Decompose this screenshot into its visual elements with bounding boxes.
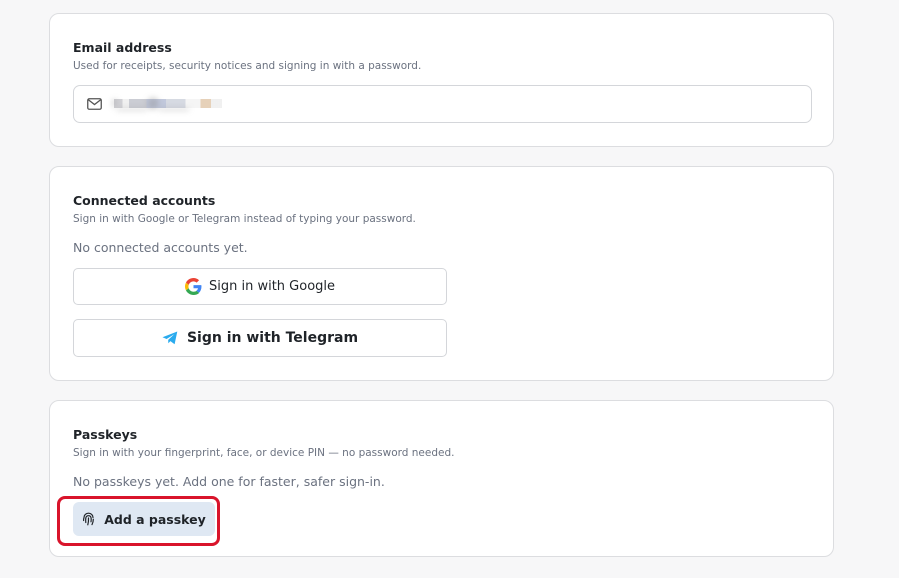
- email-section-description: Used for receipts, security notices and …: [73, 60, 422, 72]
- email-field[interactable]: r_____@_____: [73, 85, 812, 123]
- google-icon: [184, 278, 202, 295]
- sign-in-telegram-label: Sign in with Telegram: [186, 330, 359, 346]
- connected-section-title: Connected accounts: [73, 193, 216, 208]
- add-passkey-label: Add a passkey: [104, 511, 206, 527]
- email-value: r_____@_____: [112, 96, 189, 110]
- connected-section-description: Sign in with Google or Telegram instead …: [73, 213, 416, 225]
- sign-in-google-button[interactable]: Sign in with Google: [73, 268, 447, 305]
- passkeys-section-title: Passkeys: [73, 427, 138, 442]
- passkeys-section-description: Sign in with your fingerprint, face, or …: [73, 447, 455, 459]
- passkeys-card: Passkeys Sign in with your fingerprint, …: [49, 400, 834, 557]
- sign-in-telegram-button[interactable]: Sign in with Telegram: [73, 319, 447, 357]
- email-section-title: Email address: [73, 40, 172, 55]
- add-passkey-button[interactable]: Add a passkey: [73, 502, 215, 536]
- telegram-icon: [162, 331, 178, 345]
- email-address-card: Email address Used for receipts, securit…: [49, 13, 834, 147]
- fingerprint-icon: [83, 512, 95, 526]
- passkeys-empty-text: No passkeys yet. Add one for faster, saf…: [73, 474, 385, 489]
- connected-empty-text: No connected accounts yet.: [73, 240, 248, 255]
- sign-in-google-label: Sign in with Google: [208, 279, 336, 294]
- connected-accounts-card: Connected accounts Sign in with Google o…: [49, 166, 834, 381]
- mail-icon: [87, 98, 102, 110]
